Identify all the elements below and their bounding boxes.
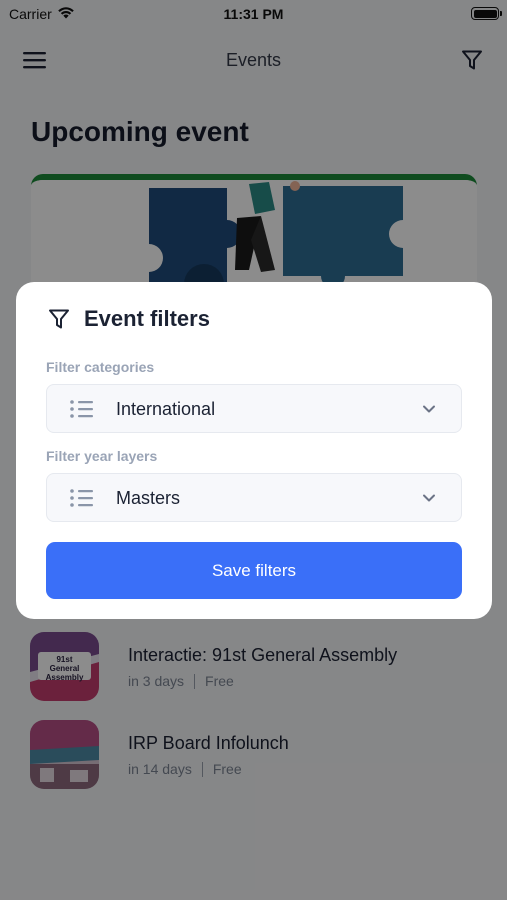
modal-title: Event filters	[84, 306, 210, 331]
list-icon	[70, 489, 93, 507]
year-layers-select[interactable]: Masters	[46, 473, 462, 522]
save-filters-button[interactable]: Save filters	[46, 542, 462, 599]
modal-header: Event filters	[48, 306, 210, 332]
categories-select[interactable]: International	[46, 384, 462, 433]
event-filters-modal: Event filters Filter categories Internat…	[16, 282, 492, 619]
categories-label: Filter categories	[46, 359, 155, 375]
list-icon	[70, 400, 93, 418]
year-layers-label: Filter year layers	[46, 448, 158, 464]
funnel-filter-icon	[49, 309, 69, 329]
chevron-down-icon	[423, 405, 435, 413]
chevron-down-icon	[423, 494, 435, 502]
year-layers-value: Masters	[116, 488, 181, 508]
events-screen: Carrier 11:31 PM Events Upcoming event 9…	[0, 0, 507, 900]
categories-value: International	[116, 399, 216, 419]
